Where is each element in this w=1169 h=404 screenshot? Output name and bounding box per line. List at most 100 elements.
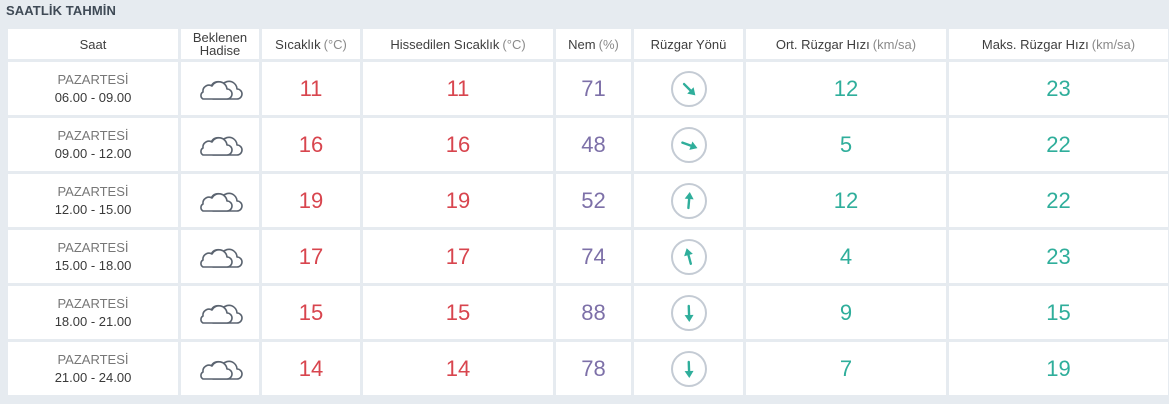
cloud-icon xyxy=(200,303,243,324)
humidity-cell: 48 xyxy=(556,118,631,171)
header-saat: Saat xyxy=(8,29,178,59)
humidity-cell: 71 xyxy=(556,62,631,115)
feels-like-cell: 19 xyxy=(363,174,553,227)
temperature-cell: 19 xyxy=(262,174,360,227)
day-label: PAZARTESİ xyxy=(57,351,129,367)
time-cell: PAZARTESİ 15.00 - 18.00 xyxy=(8,230,178,283)
wind-avg-cell: 12 xyxy=(746,174,946,227)
wind-max-cell: 19 xyxy=(949,342,1168,395)
cloud-icon xyxy=(200,359,243,380)
humidity-cell: 74 xyxy=(556,230,631,283)
wind-direction-cell xyxy=(634,230,743,283)
time-range: 06.00 - 09.00 xyxy=(54,89,132,105)
feels-like-cell: 17 xyxy=(363,230,553,283)
time-range: 21.00 - 24.00 xyxy=(54,369,132,385)
wind-direction-cell xyxy=(634,62,743,115)
time-range: 12.00 - 15.00 xyxy=(54,201,132,217)
time-range: 15.00 - 18.00 xyxy=(54,257,132,273)
wind-avg-cell: 4 xyxy=(746,230,946,283)
wind-direction-cell xyxy=(634,174,743,227)
day-label: PAZARTESİ xyxy=(57,295,129,311)
day-label: PAZARTESİ xyxy=(57,183,129,199)
header-hissedilen-unit: (°C) xyxy=(502,36,526,52)
time-cell: PAZARTESİ 09.00 - 12.00 xyxy=(8,118,178,171)
header-ruzgar-yonu: Rüzgar Yönü xyxy=(634,29,743,59)
weather-cell xyxy=(181,62,259,115)
humidity-cell: 88 xyxy=(556,286,631,339)
header-hadise: Beklenen Hadise xyxy=(181,29,259,59)
wind-arrow-icon xyxy=(684,360,694,378)
header-ort-ruzgar-label: Ort. Rüzgar Hızı xyxy=(775,36,870,52)
header-sicaklik: Sıcaklık (°C) xyxy=(262,29,360,59)
wind-avg-cell: 5 xyxy=(746,118,946,171)
header-nem-unit: (%) xyxy=(598,36,619,52)
humidity-cell: 52 xyxy=(556,174,631,227)
cloud-icon xyxy=(200,247,243,268)
feels-like-cell: 15 xyxy=(363,286,553,339)
humidity-cell: 78 xyxy=(556,342,631,395)
wind-max-cell: 15 xyxy=(949,286,1168,339)
cloud-icon xyxy=(200,135,243,156)
header-nem: Nem (%) xyxy=(556,29,631,59)
cloud-icon xyxy=(200,79,243,100)
temperature-cell: 15 xyxy=(262,286,360,339)
header-ort-ruzgar: Ort. Rüzgar Hızı (km/sa) xyxy=(746,29,946,59)
wind-compass xyxy=(670,126,707,163)
weather-cell xyxy=(181,174,259,227)
section-title: SAATLİK TAHMİN xyxy=(6,3,116,18)
wind-avg-cell: 12 xyxy=(746,62,946,115)
wind-direction-cell xyxy=(634,342,743,395)
header-nem-label: Nem xyxy=(568,36,596,52)
cloud-icon xyxy=(200,191,243,212)
wind-arrow-icon xyxy=(680,140,697,150)
wind-compass xyxy=(670,350,707,387)
time-cell: PAZARTESİ 18.00 - 21.00 xyxy=(8,286,178,339)
wind-arrow-icon xyxy=(684,304,694,322)
wind-max-cell: 23 xyxy=(949,62,1168,115)
weather-cell xyxy=(181,230,259,283)
time-cell: PAZARTESİ 12.00 - 15.00 xyxy=(8,174,178,227)
wind-compass xyxy=(670,294,707,331)
wind-max-cell: 23 xyxy=(949,230,1168,283)
time-range: 09.00 - 12.00 xyxy=(54,145,132,161)
day-label: PAZARTESİ xyxy=(57,239,129,255)
temperature-cell: 17 xyxy=(262,230,360,283)
header-ort-ruzgar-unit: (km/sa) xyxy=(872,36,917,52)
temperature-cell: 11 xyxy=(262,62,360,115)
header-maks-ruzgar-label: Maks. Rüzgar Hızı xyxy=(981,36,1089,52)
wind-arrow-icon xyxy=(683,247,693,265)
header-hissedilen-label: Hissedilen Sıcaklık xyxy=(390,36,500,52)
wind-arrow-icon xyxy=(684,191,694,209)
wind-max-cell: 22 xyxy=(949,118,1168,171)
weather-cell xyxy=(181,286,259,339)
header-maks-ruzgar-unit: (km/sa) xyxy=(1091,36,1136,52)
time-range: 18.00 - 21.00 xyxy=(54,313,132,329)
temperature-cell: 14 xyxy=(262,342,360,395)
feels-like-cell: 14 xyxy=(363,342,553,395)
wind-max-cell: 22 xyxy=(949,174,1168,227)
wind-compass xyxy=(670,70,707,107)
wind-arrow-icon xyxy=(682,82,695,95)
weather-cell xyxy=(181,118,259,171)
wind-direction-cell xyxy=(634,118,743,171)
header-saat-label: Saat xyxy=(79,36,107,52)
time-cell: PAZARTESİ 06.00 - 09.00 xyxy=(8,62,178,115)
feels-like-cell: 11 xyxy=(363,62,553,115)
header-sicaklik-unit: (°C) xyxy=(323,36,347,52)
day-label: PAZARTESİ xyxy=(57,127,129,143)
wind-avg-cell: 7 xyxy=(746,342,946,395)
header-maks-ruzgar: Maks. Rüzgar Hızı (km/sa) xyxy=(949,29,1168,59)
temperature-cell: 16 xyxy=(262,118,360,171)
feels-like-cell: 16 xyxy=(363,118,553,171)
weather-cell xyxy=(181,342,259,395)
time-cell: PAZARTESİ 21.00 - 24.00 xyxy=(8,342,178,395)
wind-compass xyxy=(670,182,707,219)
header-ruzgar-yonu-label: Rüzgar Yönü xyxy=(650,36,727,52)
header-sicaklik-label: Sıcaklık xyxy=(275,36,321,52)
hourly-forecast-table: Saat Beklenen Hadise Sıcaklık (°C) Hissed… xyxy=(8,29,1168,395)
day-label: PAZARTESİ xyxy=(57,71,129,87)
header-hadise-line2: Hadise xyxy=(199,43,241,58)
wind-avg-cell: 9 xyxy=(746,286,946,339)
wind-compass xyxy=(670,238,707,275)
wind-direction-cell xyxy=(634,286,743,339)
